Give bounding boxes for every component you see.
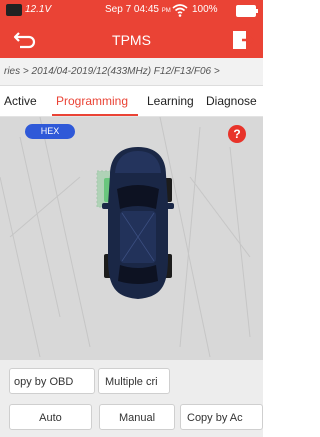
hex-toggle-button[interactable]: HEX: [25, 124, 75, 139]
action-bar: opy by OBD Multiple cri Auto Manual Copy…: [0, 360, 263, 437]
multiple-criteria-button[interactable]: Multiple cri: [98, 368, 170, 394]
tab-learning[interactable]: Learning: [147, 94, 194, 108]
tab-underline: [52, 114, 138, 116]
title-bar: TPMS: [0, 22, 263, 58]
obd-battery-icon: [6, 4, 22, 16]
page-title: TPMS: [112, 32, 151, 48]
vehicle-diagram-area: HEX ?: [0, 117, 263, 360]
tab-programming[interactable]: Programming: [56, 94, 128, 108]
status-bar: 12.1V Sep 7 04:45 PM 100%: [0, 0, 263, 22]
help-icon[interactable]: ?: [228, 125, 246, 143]
auto-button[interactable]: Auto: [9, 404, 92, 430]
manual-button[interactable]: Manual: [99, 404, 175, 430]
tab-active[interactable]: Active: [4, 94, 37, 108]
copy-by-activation-button[interactable]: Copy by Ac: [180, 404, 263, 430]
battery-icon: [236, 5, 258, 17]
breadcrumb-text: ries > 2014/04-2019/12(433MHz) F12/F13/F…: [4, 66, 220, 77]
breadcrumb: ries > 2014/04-2019/12(433MHz) F12/F13/F…: [0, 58, 263, 86]
car-top-view: [96, 147, 174, 299]
tab-bar: Active Programming Learning Diagnose: [0, 86, 263, 117]
wifi-icon: [172, 4, 188, 17]
datetime: Sep 7 04:45 PM: [105, 4, 171, 15]
voltage-readout: 12.1V: [25, 4, 52, 15]
battery-percent: 100%: [192, 4, 218, 15]
exit-icon[interactable]: [230, 28, 254, 52]
tab-diagnose[interactable]: Diagnose: [206, 94, 257, 108]
copy-by-obd-button[interactable]: opy by OBD: [9, 368, 95, 394]
